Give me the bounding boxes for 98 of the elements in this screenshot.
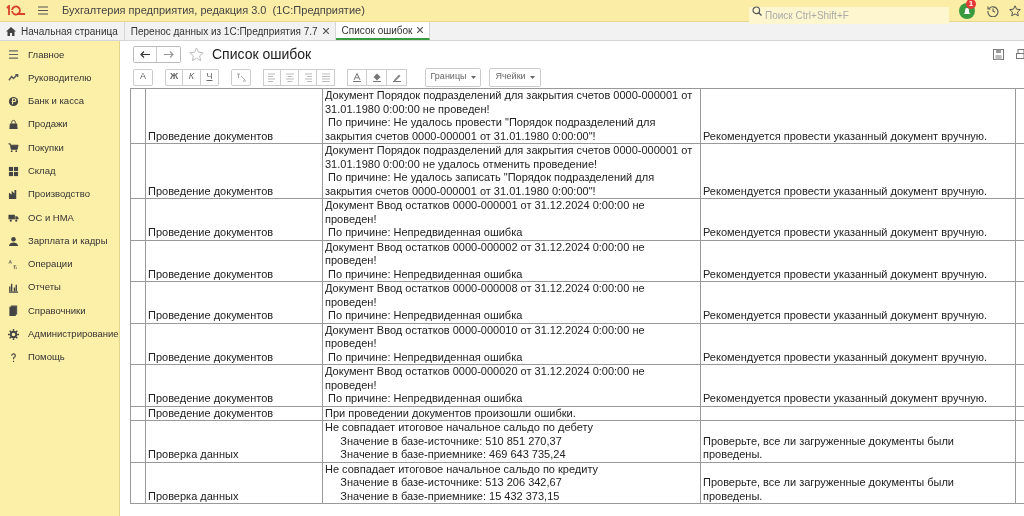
notification-badge: 1 [966, 0, 976, 9]
books-icon [8, 305, 19, 317]
recommendation-cell: Рекомендуется провести указанный документ вручную. [701, 199, 1016, 241]
arrow-left-icon [140, 51, 150, 58]
arrow-right-icon [163, 51, 174, 58]
tab[interactable]: Список ошибок [335, 22, 431, 40]
search-icon [752, 5, 762, 16]
sidebar-item[interactable]: Администрирование [0, 322, 119, 346]
fill-color-icon [372, 72, 381, 82]
category-cell: Проведение документов [146, 282, 323, 324]
category-cell: Проверка данных [146, 421, 323, 463]
category-cell: Проведение документов [146, 406, 323, 421]
sidebar-item[interactable]: Зарплата и кадры [0, 229, 119, 253]
category-cell: Проверка данных [146, 462, 323, 504]
menu-icon[interactable] [38, 6, 48, 15]
window-title: Бухгалтерия предприятия, редакция 3.0 (1С:Предприятие) [62, 3, 365, 19]
print-icon[interactable] [1016, 49, 1024, 60]
grid-icon [8, 165, 19, 177]
message-cell: Документ Ввод остатков 0000-000020 от 31.12.2024 0:00:00 не проведен! По причине: Непредвиденная ошибка [323, 365, 701, 407]
person-icon [8, 235, 19, 247]
align-right-icon [303, 72, 312, 82]
bold-button[interactable]: Ж [165, 68, 183, 86]
font-button[interactable]: A [133, 68, 153, 86]
home-icon [6, 26, 16, 36]
sidebar-item[interactable]: Главное [0, 43, 119, 67]
recommendation-cell: Проверьте, все ли загруженные документы были проведены. [701, 421, 1016, 463]
sidebar-item[interactable]: ОС и НМА [0, 206, 119, 230]
fill-color-button[interactable] [367, 68, 387, 86]
sidebar-item[interactable]: Склад [0, 159, 119, 183]
sidebar-item[interactable]: Производство [0, 182, 119, 207]
message-cell: Документ Ввод остатков 0000-000002 от 31.12.2024 0:00:00 не проведен! По причине: Непредвиденная ошибка [323, 240, 701, 282]
recommendation-cell: Рекомендуется провести указанный документ вручную. [701, 365, 1016, 407]
close-icon[interactable] [417, 27, 424, 33]
cart-icon [8, 142, 19, 154]
bar-chart-icon [8, 282, 19, 294]
justify-icon [321, 72, 330, 82]
help-icon [8, 352, 19, 363]
star-icon[interactable] [189, 47, 204, 62]
sidebar-item[interactable]: Продажи [0, 112, 119, 137]
underline-button[interactable]: Ч [201, 68, 219, 86]
sidebar-item[interactable]: Отчеты [0, 275, 119, 300]
message-cell: Документ Ввод остатков 0000-000001 от 31.12.2024 0:00:00 не проведен! По причине: Непредвиденная ошибка [323, 199, 701, 241]
message-cell: Документ Ввод остатков 0000-000008 от 31.12.2024 0:00:00 не проведен! По причине: Непредвиденная ошибка [323, 282, 701, 324]
category-cell: Проведение документов [146, 240, 323, 282]
text-color-button[interactable] [347, 68, 367, 86]
italic-button[interactable]: К [183, 68, 201, 86]
sidebar-item[interactable]: Операции [0, 252, 119, 276]
message-cell: При проведении документов произошли ошибки. [323, 406, 701, 421]
chart-line-icon [8, 72, 19, 84]
caret-icon [470, 75, 476, 79]
star-icon[interactable] [1009, 4, 1021, 17]
letters-icon [8, 258, 19, 270]
tab[interactable]: Начальная страница [0, 22, 125, 40]
cells-dropdown[interactable]: Ячейки [489, 67, 541, 87]
close-icon[interactable] [322, 28, 329, 34]
recommendation-cell: Рекомендуется провести указанный документ вручную. [701, 144, 1016, 199]
recommendation-cell: Рекомендуется провести указанный документ вручную. [701, 89, 1016, 144]
category-cell: Проведение документов [146, 323, 323, 365]
recommendation-cell: Рекомендуется провести указанный документ вручную. [701, 240, 1016, 282]
sidebar-item[interactable]: Банк и касса [0, 89, 119, 113]
menu-icon [8, 49, 19, 61]
message-cell: Не совпадает итоговое начальное сальдо по кредиту Значение в базе-источнике: 513 206 342,67 Значение в базе-приемнике: 15 432 373,15 [323, 462, 701, 504]
settings-icon [8, 328, 19, 340]
save-icon[interactable] [993, 49, 1004, 60]
message-cell: Документ Ввод остатков 0000-000010 от 31.12.2024 0:00:00 не проведен! По причине: Непредвиденная ошибка [323, 323, 701, 365]
message-cell: Не совпадает итоговое начальное сальдо по дебету Значение в базе-источнике: 510 851 270,37 Значение в базе-приемнике: 469 643 735,24 [323, 421, 701, 463]
coin-icon [8, 95, 19, 107]
message-cell: Документ Порядок подразделений для закрытия счетов 0000-000001 от 31.01.1980 0:00:00 не удалось отменить проведение! По причине: Не удалось записать "Порядок подразделений для закрытия счетов 0000-000001 от 31.01.1980 0:00:00"! [323, 144, 701, 199]
form-title: Список ошибок [212, 45, 312, 64]
message-cell: Документ Порядок подразделений для закрытия счетов 0000-000001 от 31.01.1980 0:00:00 не проведен! По причине: Не удалось провести "Порядок подразделений для закрытия счетов 0000-000001 от 31.01.1980 0:00:00"! [323, 89, 701, 144]
recommendation-cell: Рекомендуется провести указанный документ вручную. [701, 282, 1016, 324]
category-cell: Проведение документов [146, 89, 323, 144]
sidebar-item[interactable]: Помощь [0, 345, 119, 370]
category-cell: Проведение документов [146, 199, 323, 241]
sidebar-item[interactable]: Справочники [0, 299, 119, 323]
search-field[interactable]: Поиск Ctrl+Shift+F [749, 7, 949, 24]
back-button[interactable] [134, 47, 157, 62]
truck-icon [8, 212, 19, 224]
text-direction-icon [236, 72, 246, 82]
borders-dropdown[interactable]: Границы [425, 67, 481, 87]
caret-icon [529, 75, 535, 79]
bag-icon [8, 119, 19, 131]
text-direction-button[interactable] [231, 68, 251, 86]
factory-icon [8, 188, 19, 200]
pencil-button[interactable] [387, 68, 407, 86]
recommendation-cell: Рекомендуется провести указанный документ вручную. [701, 323, 1016, 365]
pencil-icon [392, 72, 401, 82]
tab[interactable]: Перенос данных из 1С:Предприятия 7.7 [124, 22, 336, 40]
logo-icon[interactable] [6, 5, 26, 16]
recommendation-cell: Проверьте, все ли загруженные документы были проведены. [701, 462, 1016, 504]
category-cell: Проведение документов [146, 365, 323, 407]
align-left-icon [268, 72, 276, 82]
history-icon[interactable] [987, 4, 999, 17]
sidebar-item[interactable]: Покупки [0, 136, 119, 160]
category-cell: Проведение документов [146, 144, 323, 199]
text-color-icon [353, 72, 361, 82]
align-center-icon [285, 72, 294, 82]
sidebar-item[interactable]: Руководителю [0, 66, 119, 90]
